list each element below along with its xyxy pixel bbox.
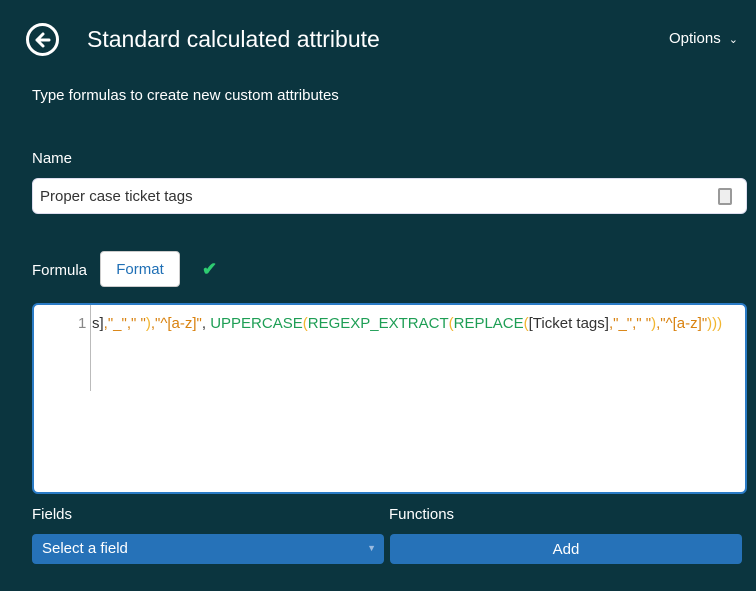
- valid-check-icon: ✔: [202, 259, 218, 279]
- fields-label: Fields: [32, 506, 73, 523]
- options-menu[interactable]: Options ⌄: [669, 30, 738, 47]
- code-token: ,"_"," ": [103, 315, 146, 332]
- gutter-divider: [90, 305, 91, 391]
- field-select-value: Select a field: [42, 540, 128, 557]
- code-token: ,: [201, 315, 211, 332]
- line-number: 1: [78, 315, 87, 332]
- field-select[interactable]: Select a field ▼: [32, 534, 384, 564]
- format-button[interactable]: Format: [100, 251, 180, 287]
- code-token: UPPERCASE: [210, 315, 303, 332]
- formula-label: Formula: [32, 262, 88, 279]
- name-input[interactable]: Proper case ticket tags: [32, 178, 747, 214]
- chevron-down-icon: ⌄: [728, 34, 738, 46]
- formula-code: s],"_"," "),"^[a-z]", UPPERCASE(REGEXP_E…: [92, 315, 722, 332]
- add-button[interactable]: Add: [390, 534, 742, 564]
- code-token: ,"^[a-z]": [656, 315, 708, 332]
- contact-card-icon[interactable]: [718, 188, 732, 205]
- arrow-left-icon: [35, 32, 50, 47]
- code-token: REPLACE: [453, 315, 524, 332]
- code-token: ))): [707, 315, 723, 332]
- page-title: Standard calculated attribute: [87, 26, 380, 52]
- code-token: REGEXP_EXTRACT: [307, 315, 449, 332]
- caret-down-icon: ▼: [367, 543, 376, 553]
- back-button[interactable]: [26, 23, 59, 56]
- options-label: Options: [669, 30, 721, 47]
- code-token: [Ticket tags]: [528, 315, 609, 332]
- code-token: s]: [92, 315, 104, 332]
- code-token: ,"_"," ": [608, 315, 652, 332]
- formula-editor[interactable]: 1 s],"_"," "),"^[a-z]", UPPERCASE(REGEXP…: [32, 303, 747, 494]
- code-token: ,"^[a-z]": [150, 315, 202, 332]
- name-value: Proper case ticket tags: [40, 188, 193, 205]
- page-subtitle: Type formulas to create new custom attri…: [32, 87, 339, 104]
- functions-label: Functions: [389, 506, 455, 523]
- name-label: Name: [32, 150, 73, 167]
